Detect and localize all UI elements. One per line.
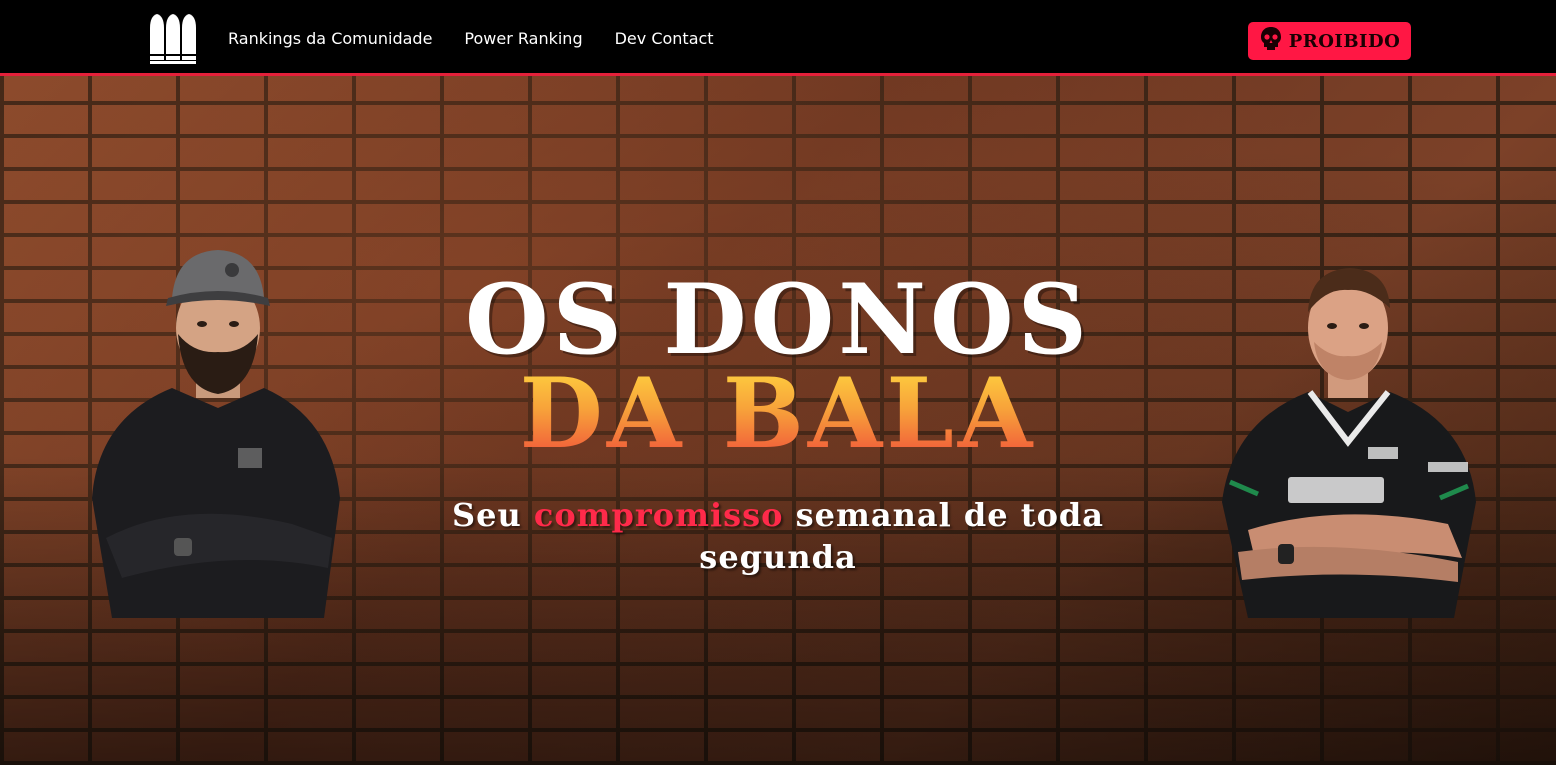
nav-link-power-ranking[interactable]: Power Ranking [464, 29, 582, 48]
proibido-label: PROIBIDO [1288, 30, 1401, 52]
hero-subtitle: Seu compromisso semanal de toda segunda [0, 494, 1556, 578]
hero-title-line-1: OS DONOS [465, 263, 1091, 376]
hero-section: OS DONOS DA BALA Seu compromisso semanal… [0, 76, 1556, 765]
hero-title-line-2: DA BALA [0, 366, 1556, 462]
proibido-button[interactable]: PROIBIDO [1248, 22, 1411, 60]
bullets-logo-icon[interactable] [150, 14, 196, 64]
skull-icon [1259, 26, 1283, 56]
top-navbar: Rankings da Comunidade Power Ranking Dev… [0, 0, 1556, 76]
nav-link-dev-contact[interactable]: Dev Contact [615, 29, 714, 48]
nav-link-rankings-comunidade[interactable]: Rankings da Comunidade [228, 29, 432, 48]
nav-links: Rankings da Comunidade Power Ranking Dev… [228, 0, 714, 76]
subtitle-prefix: Seu [451, 496, 534, 534]
subtitle-accent: compromisso [533, 496, 784, 534]
hero-subtitle-wrap: Seu compromisso semanal de toda segunda [418, 494, 1138, 578]
